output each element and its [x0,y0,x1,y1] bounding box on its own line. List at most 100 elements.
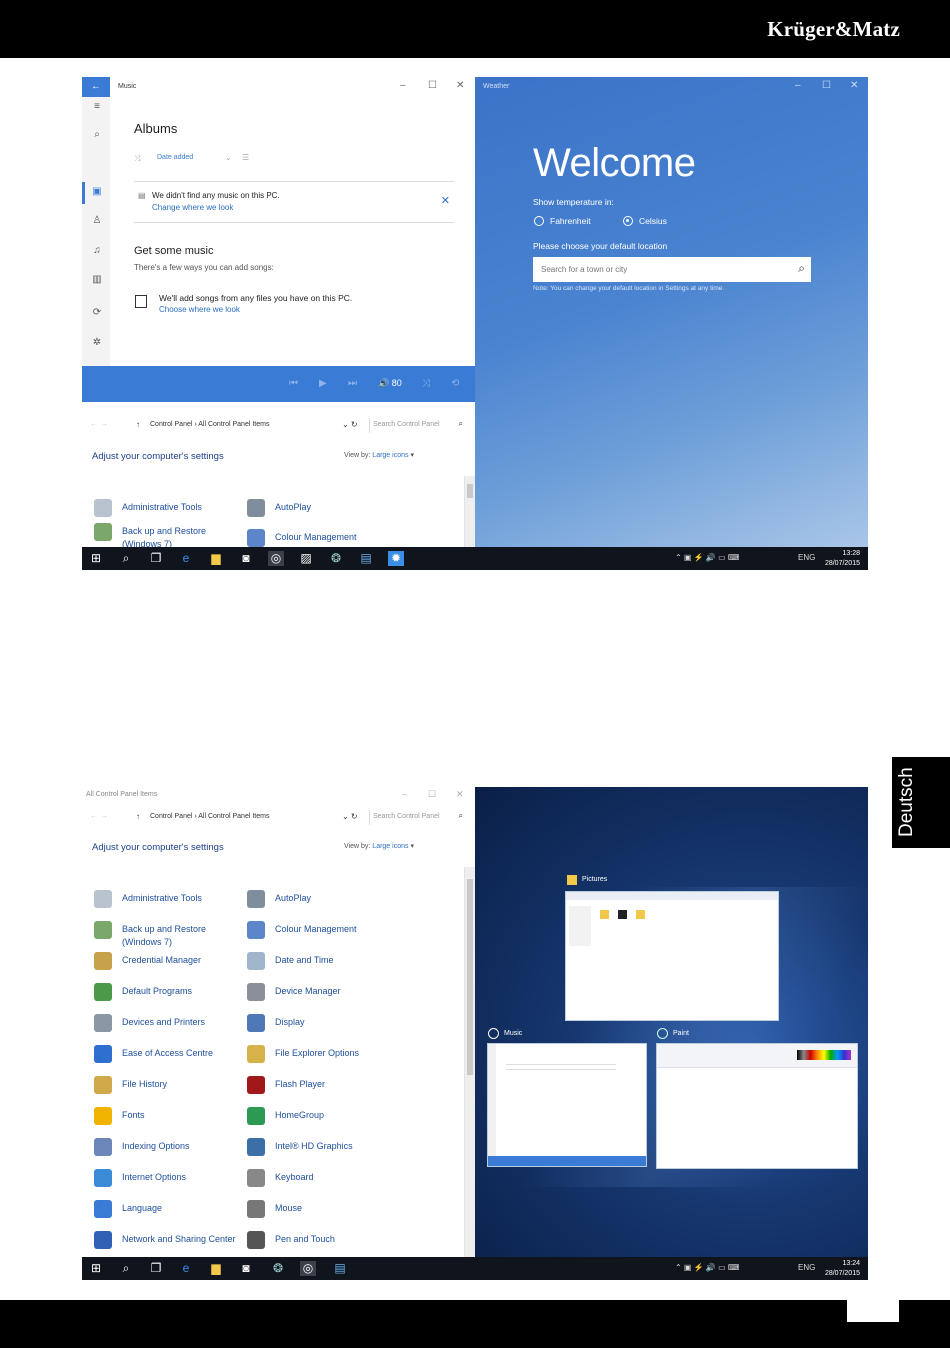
refresh-icon[interactable]: ⌄ ↻ [342,812,358,821]
language-indicator[interactable]: ENG [798,553,815,562]
start-icon[interactable]: ⊞ [88,1261,104,1276]
control-panel-icon[interactable]: ▤ [358,551,374,566]
select-icon[interactable]: ☰ [242,153,249,162]
view-by[interactable]: View by: Large icons ▾ [344,842,414,850]
cp-item[interactable]: Credential Manager [94,951,244,977]
play-icon[interactable]: ▶ [319,378,327,389]
store-icon[interactable]: ◙ [238,551,254,566]
minimize-icon[interactable]: – [795,80,801,91]
cp-item[interactable]: Default Programs [94,982,244,1008]
songs-icon[interactable]: ♫ [91,245,103,256]
nav-arrows-icon[interactable]: ←→ [90,421,112,428]
previous-icon[interactable]: ⏮ [289,378,298,389]
cp-item[interactable]: Internet Options [94,1168,244,1194]
task-view-icon[interactable]: ❐ [148,1261,164,1276]
cp-item[interactable]: Language [94,1199,244,1225]
scrollbar-thumb[interactable] [467,484,473,498]
chevron-down-icon[interactable]: ⌄ [225,153,232,162]
maximize-icon[interactable]: ☐ [822,80,831,91]
search-icon[interactable]: ⌕ [91,129,103,140]
music-app-icon[interactable]: ◎ [268,551,284,566]
view-by-value[interactable]: Large icons [372,843,408,850]
search-icon[interactable]: ⌕ [459,419,463,429]
photos-icon[interactable]: ▨ [298,551,314,566]
scrollbar[interactable] [464,867,475,1257]
cp-item[interactable]: Indexing Options [94,1137,244,1163]
fahrenheit-radio[interactable] [534,216,544,226]
shuffle-icon[interactable]: ⤨ [134,154,140,164]
sync-icon[interactable]: ⟳ [91,307,103,318]
breadcrumb[interactable]: Control Panel › All Control Panel Items [150,421,269,428]
view-by[interactable]: View by: Large icons ▾ [344,451,414,459]
cp-item[interactable]: Administrative Tools [94,889,244,915]
cp-item[interactable]: Fonts [94,1106,244,1132]
search-icon[interactable]: ⌕ [118,551,134,566]
shuffle-play-icon[interactable]: ⤨ [422,378,430,389]
cp-item[interactable]: Flash Player [247,1075,397,1101]
edge-icon[interactable]: e [178,1261,194,1276]
minimize-icon[interactable]: – [400,80,406,91]
cp-item[interactable]: File Explorer Options [247,1044,397,1070]
music-app-icon[interactable]: ◎ [300,1261,316,1276]
close-icon[interactable]: ✕ [456,789,464,800]
up-arrow-icon[interactable]: ↑ [136,420,140,429]
cp-item[interactable]: Keyboard [247,1168,397,1194]
cp-item[interactable]: Pen and Touch [247,1230,397,1256]
back-arrow-icon[interactable]: ← [82,77,110,97]
cp-item[interactable]: Network and Sharing Center [94,1230,244,1256]
file-explorer-icon[interactable]: ▆ [208,1261,224,1276]
albums-icon[interactable]: ▣ [91,186,103,197]
store-icon[interactable]: ◙ [238,1261,254,1276]
cp-item[interactable]: Back up and Restore (Windows 7) [94,522,244,549]
control-panel-icon[interactable]: ▤ [332,1261,348,1276]
paint-icon[interactable]: ❂ [328,551,344,566]
maximize-icon[interactable]: ☐ [428,80,437,91]
clock[interactable]: 13:24 28/07/2015 [825,1259,860,1279]
edge-icon[interactable]: e [178,551,194,566]
artists-icon[interactable]: ♙ [91,215,103,226]
choose-where-link[interactable]: Choose where we look [159,305,240,314]
dismiss-icon[interactable]: ✕ [441,194,450,207]
close-icon[interactable]: ✕ [456,80,464,91]
up-arrow-icon[interactable]: ↑ [136,812,140,821]
cp-item[interactable]: HomeGroup [247,1106,397,1132]
now-playing-icon[interactable]: ▥ [91,274,103,285]
cp-item[interactable]: Device Manager [247,982,397,1008]
paint-icon[interactable]: ❂ [270,1261,286,1276]
scrollbar-thumb[interactable] [467,879,473,1075]
repeat-icon[interactable]: ⟲ [451,378,459,389]
weather-icon[interactable]: ✹ [388,551,404,566]
settings-icon[interactable]: ✲ [91,337,103,348]
refresh-icon[interactable]: ⌄ ↻ [342,420,358,429]
cp-item[interactable]: Devices and Printers [94,1013,244,1039]
maximize-icon[interactable]: ☐ [428,789,436,800]
add-songs-checkbox[interactable] [135,295,147,308]
tray-icons[interactable]: ⌃ ▣ ⚡ 🔊 ▭ ⌨ [675,1263,739,1272]
cp-item[interactable]: File History [94,1075,244,1101]
control-panel-search[interactable]: Search Control Panel ⌕ [369,418,467,433]
breadcrumb[interactable]: Control Panel › All Control Panel Items [150,813,269,820]
cp-item[interactable]: Back up and Restore (Windows 7) [94,920,244,947]
celsius-radio[interactable] [623,216,633,226]
search-icon[interactable]: ⌕ [459,811,463,821]
cp-item[interactable]: Display [247,1013,397,1039]
search-icon[interactable]: ⌕ [118,1261,134,1276]
hamburger-icon[interactable]: ≡ [91,101,103,112]
cp-item[interactable]: Intel® HD Graphics [247,1137,397,1163]
cp-item[interactable]: Colour Management [247,920,397,946]
date-added-filter[interactable]: Date added [157,154,193,161]
cp-item[interactable]: AutoPlay [247,498,397,524]
music-thumbnail[interactable] [487,1043,647,1167]
cp-item[interactable]: Mouse [247,1199,397,1225]
start-icon[interactable]: ⊞ [88,551,104,566]
cp-item[interactable]: AutoPlay [247,889,397,915]
control-panel-search[interactable]: Search Control Panel ⌕ [369,810,467,825]
close-icon[interactable]: ✕ [850,80,858,91]
language-indicator[interactable]: ENG [798,1263,815,1272]
volume-readout[interactable]: 🔊 80 [378,378,402,389]
task-view-icon[interactable]: ❐ [148,551,164,566]
change-where-link[interactable]: Change where we look [152,203,233,212]
clock[interactable]: 13:28 28/07/2015 [825,549,860,569]
location-search-input[interactable]: Search for a town or city ⌕ [533,257,811,282]
next-icon[interactable]: ⏭ [348,378,357,389]
